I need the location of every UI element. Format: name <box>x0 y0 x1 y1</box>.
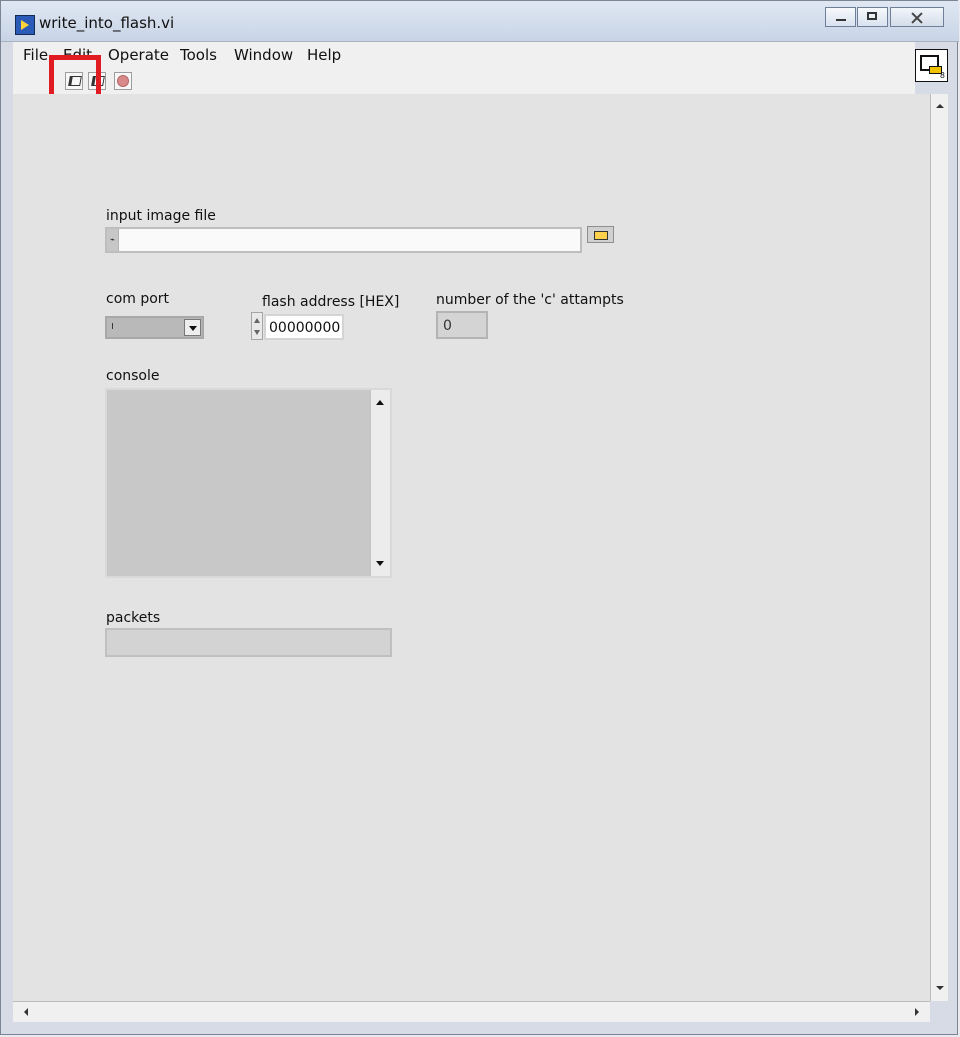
abort-stop-icon <box>117 75 129 87</box>
menu-edit[interactable]: Edit <box>63 46 92 64</box>
menu-bar: File Edit Operate Tools Window Help <box>13 42 915 69</box>
run-arrow-icon <box>68 76 82 86</box>
c-attempts-label: number of the 'c' attampts <box>436 292 624 308</box>
flash-address-field[interactable]: 00000000 <box>264 314 344 340</box>
resource-type-icon: I <box>111 322 114 331</box>
menu-operate[interactable]: Operate <box>108 46 169 64</box>
folder-icon <box>594 231 608 240</box>
vertical-scrollbar[interactable] <box>930 94 948 1001</box>
packets-label: packets <box>106 610 161 626</box>
menu-file[interactable]: File <box>23 46 48 64</box>
c-attempts-indicator: 0 <box>436 311 488 339</box>
window-title: write_into_flash.vi <box>39 14 175 32</box>
console-label: console <box>106 368 160 384</box>
maximize-button[interactable] <box>857 7 888 27</box>
chevron-down-icon[interactable] <box>184 319 201 336</box>
scroll-down-icon[interactable] <box>376 561 384 566</box>
browse-folder-button[interactable] <box>587 226 614 243</box>
scroll-down-icon[interactable] <box>936 986 944 994</box>
console-textbox[interactable] <box>105 388 392 578</box>
flash-address-spinner[interactable] <box>251 312 263 340</box>
console-scrollbar[interactable] <box>370 390 390 576</box>
abort-execution-button[interactable] <box>114 72 132 90</box>
labview-app-icon <box>15 15 35 35</box>
flash-address-label: flash address [HEX] <box>262 294 400 310</box>
horizontal-scrollbar[interactable] <box>13 1001 930 1022</box>
labview-window: write_into_flash.vi File Edit Operate To… <box>0 0 959 1035</box>
scroll-left-icon[interactable] <box>20 1008 28 1016</box>
scroll-up-icon[interactable] <box>936 100 944 108</box>
title-bar: write_into_flash.vi <box>1 1 959 42</box>
menu-window[interactable]: Window <box>234 46 293 64</box>
input-image-file-path[interactable]: ⌁ <box>105 227 582 253</box>
run-continuously-button[interactable] <box>88 72 106 90</box>
run-button[interactable] <box>65 72 83 90</box>
packets-indicator <box>105 628 392 657</box>
run-continuous-icon <box>91 76 105 86</box>
close-button[interactable] <box>890 7 944 27</box>
vi-icon[interactable]: 8 <box>915 49 948 82</box>
com-port-label: com port <box>106 291 170 307</box>
scroll-up-icon[interactable] <box>376 400 384 405</box>
c-attempts-value: 0 <box>443 318 452 334</box>
menu-tools[interactable]: Tools <box>180 46 217 64</box>
path-type-icon: ⌁ <box>107 229 119 251</box>
toolbar <box>13 68 915 95</box>
com-port-dropdown[interactable]: I <box>105 316 204 339</box>
menu-help[interactable]: Help <box>307 46 341 64</box>
flash-address-value: 00000000 <box>269 320 341 336</box>
input-image-file-label: input image file <box>106 208 216 224</box>
scroll-right-icon[interactable] <box>915 1008 923 1016</box>
minimize-button[interactable] <box>825 7 856 27</box>
vi-icon-version-number: 8 <box>939 71 945 80</box>
